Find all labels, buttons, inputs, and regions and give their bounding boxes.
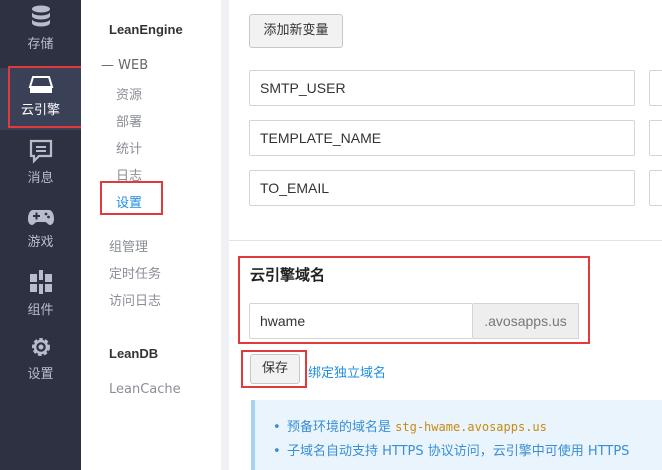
rail-item-games[interactable]: 游戏 [0,204,81,266]
env-var-value-field[interactable] [649,70,662,106]
bind-custom-domain-link[interactable]: 绑定独立域名 [308,362,386,381]
nav-group-title: LeanDB [109,346,159,361]
staging-domain: stg-hwame.avosapps.us [395,420,547,434]
chat-icon [29,139,52,164]
nav-item-stats[interactable]: 统计 [116,138,142,157]
nav-item-groups[interactable]: 组管理 [109,236,148,255]
domain-section-title: 云引擎域名 [250,266,326,284]
rail-item-messages[interactable]: 消息 [0,138,81,200]
env-var-value-field[interactable] [649,170,662,206]
domain-suffix: .avosapps.us [473,303,579,339]
rail-label: 组件 [27,303,54,318]
rail-label: 云引擎 [20,103,60,118]
gear-icon [31,338,50,356]
collapse-icon: — [101,58,114,73]
nav-item-settings[interactable]: 设置 [116,192,142,211]
components-icon [29,270,52,294]
nav-item-leancache[interactable]: LeanCache [109,382,181,397]
env-var-name-field[interactable]: TEMPLATE_NAME [249,120,635,156]
nav-section-web[interactable]: — WEB [101,58,148,73]
section-divider [229,240,662,241]
server-icon [28,76,53,93]
rail-label: 消息 [27,171,54,186]
nav-section-label: WEB [118,58,149,73]
notice-text: 子域名自动支持 HTTPS 协议访问，云引擎中可使用 HTTPS [287,444,630,459]
notice-line: • 预备环境的域名是 stg-hwame.avosapps.us [273,420,547,435]
info-notice: • 预备环境的域名是 stg-hwame.avosapps.us • 子域名自动支持… [251,400,662,470]
rail-item-storage[interactable]: 存储 [0,4,81,66]
env-var-name-field[interactable]: SMTP_USER [249,70,635,106]
rail-label: 游戏 [27,235,54,250]
rail-item-settings[interactable]: 设置 [0,334,81,396]
database-icon [31,5,50,27]
nav-item-logs[interactable]: 日志 [116,165,142,184]
add-variable-button[interactable]: 添加新变量 [249,14,343,48]
rail-item-components[interactable]: 组件 [0,268,81,330]
rail-item-cloud-engine[interactable]: 云引擎 [0,68,81,130]
nav-item-deploy[interactable]: 部署 [116,111,142,130]
nav-item-scheduled-tasks[interactable]: 定时任务 [109,263,161,282]
app-rail: 存储 云引擎 消息 游戏 组件 设置 [0,0,81,470]
subdomain-input[interactable]: hwame [249,303,473,339]
notice-text: 预备环境的域名是 [287,420,392,435]
notice-line: • 子域名自动支持 HTTPS 协议访问，云引擎中可使用 HTTPS [273,444,630,459]
rail-label: 设置 [27,367,54,382]
secondary-nav: LeanEngine — WEB 资源 部署 统计 日志 设置 组管理 定时任务… [81,0,221,470]
nav-group-title: LeanEngine [109,22,183,37]
env-var-value-field[interactable] [649,120,662,156]
rail-label: 存储 [27,37,54,52]
env-var-name-field[interactable]: TO_EMAIL [249,170,635,206]
gamepad-icon [27,210,54,225]
save-button[interactable]: 保存 [250,354,300,384]
nav-item-resources[interactable]: 资源 [116,84,142,103]
nav-item-access-logs[interactable]: 访问日志 [109,290,161,309]
